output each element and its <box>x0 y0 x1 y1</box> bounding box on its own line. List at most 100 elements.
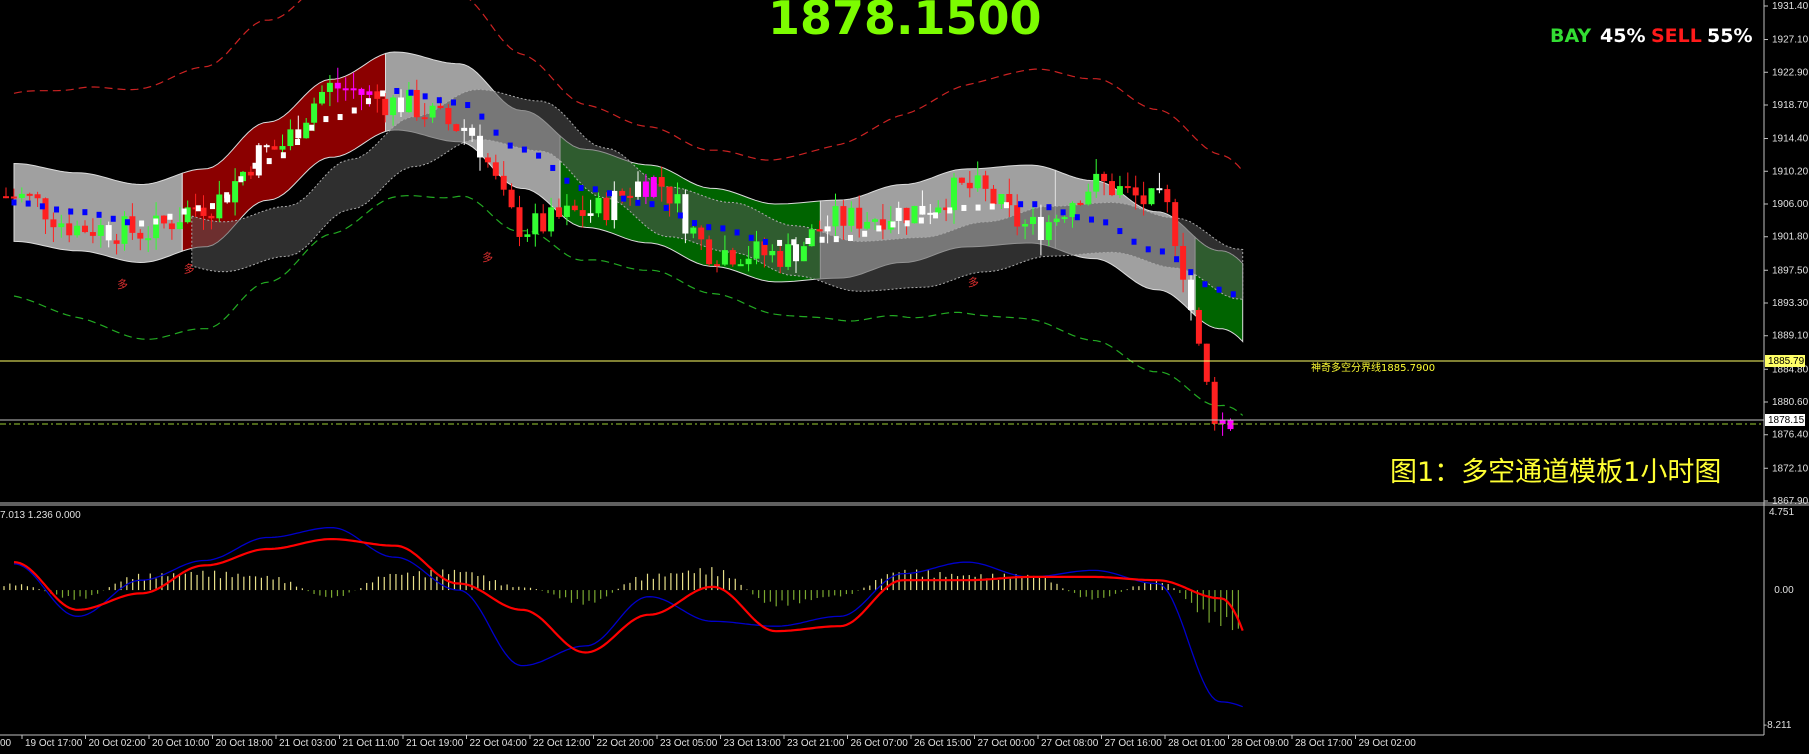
candle-body <box>627 195 634 198</box>
trend-dot <box>110 215 116 222</box>
candle-body <box>548 207 555 232</box>
trend-dot <box>507 142 513 149</box>
candle-body <box>82 225 88 233</box>
trend-dot <box>1188 269 1194 276</box>
trend-dot <box>961 204 967 211</box>
macd-label: 7.013 1.236 0.000 <box>0 510 81 521</box>
time-tick-label: 27 Oct 08:00 <box>1041 738 1099 749</box>
trend-dot <box>536 152 542 159</box>
candle-body <box>706 239 713 265</box>
buy-marker: 多 <box>968 275 979 289</box>
candle-body <box>1093 173 1100 192</box>
trend-dot <box>876 225 882 232</box>
candle-body <box>3 196 9 199</box>
trend-dot <box>451 99 457 106</box>
trend-dot <box>1117 228 1123 235</box>
price-tick-label: 1906.00 <box>1772 199 1809 210</box>
trend-dot <box>1060 209 1066 216</box>
trend-dot <box>692 220 698 227</box>
candle-body <box>319 91 325 104</box>
trend-dot <box>1174 256 1180 263</box>
price-tick-label: 1889.10 <box>1772 331 1809 342</box>
price-tick-label: 1931.40 <box>1772 1 1809 12</box>
candle-body <box>864 221 871 229</box>
trend-dot <box>365 98 371 105</box>
divider-price-tag-text: 1885.79 <box>1768 356 1805 367</box>
trend-dot <box>649 201 655 208</box>
candle-body <box>1116 186 1123 196</box>
candle-body <box>200 207 207 216</box>
candle-body <box>1132 187 1139 196</box>
trend-dot <box>82 209 88 216</box>
candle-body <box>247 171 254 176</box>
candle-body <box>532 213 539 235</box>
price-tick-label: 1872.10 <box>1772 463 1809 474</box>
candle-body <box>500 175 507 190</box>
time-tick-label: 22 Oct 20:00 <box>597 738 655 749</box>
candle-body <box>1188 279 1194 310</box>
trend-dot <box>465 102 471 109</box>
candle-body <box>611 190 618 221</box>
trend-dot <box>139 220 145 227</box>
time-tick-label: 29 Oct 02:00 <box>1359 738 1417 749</box>
chart-canvas[interactable]: 多多多多 神奇多空分界线1885.7900 1878.1500 BAY 45% … <box>0 0 1809 754</box>
trend-dot <box>1230 291 1236 298</box>
trend-dot <box>635 199 641 206</box>
price-tick-label: 1914.40 <box>1772 134 1809 145</box>
candle-body <box>635 181 641 197</box>
candle-body <box>34 194 41 199</box>
time-tick-label: 27 Oct 00:00 <box>978 738 1036 749</box>
time-tick-label: 21 Oct 11:00 <box>343 738 400 749</box>
candle-body <box>334 82 341 89</box>
candle-body <box>366 91 373 95</box>
trend-dot <box>677 212 683 219</box>
trend-dot <box>862 230 868 237</box>
candle-body <box>382 98 389 116</box>
divider-label: 神奇多空分界线1885.7900 <box>1311 361 1435 374</box>
trend-dot <box>933 212 939 219</box>
time-tick-label: 23 Oct 05:00 <box>660 738 718 749</box>
time-tick-label: 19 Oct 17:00 <box>25 738 83 749</box>
candle-body <box>271 146 278 150</box>
candle-body <box>287 129 294 147</box>
trend-dot <box>847 234 853 241</box>
candle-body <box>674 194 681 204</box>
trend-dot <box>706 224 712 231</box>
trend-dot <box>1074 214 1080 221</box>
trend-dot <box>564 177 570 184</box>
time-tick-edge: 00 <box>0 738 12 749</box>
trend-dot <box>578 184 584 191</box>
macd-tick-label: -8.211 <box>1764 720 1792 731</box>
candle-body <box>951 177 957 211</box>
candle-body <box>595 197 602 214</box>
trend-dot <box>224 192 230 199</box>
candle-body <box>303 122 310 139</box>
time-tick-label: 27 Oct 16:00 <box>1105 738 1163 749</box>
trend-dot <box>493 129 499 136</box>
candle-body <box>785 244 792 267</box>
time-tick-label: 22 Oct 04:00 <box>470 738 528 749</box>
price-tick-label: 1897.50 <box>1772 265 1809 276</box>
trend-dot <box>394 87 400 94</box>
trend-dot <box>124 219 130 226</box>
candle-body <box>208 215 215 219</box>
trend-dot <box>791 239 797 246</box>
trend-dot <box>592 186 598 193</box>
time-tick-label: 20 Oct 10:00 <box>152 738 210 749</box>
candle-body <box>556 207 562 217</box>
candle-body <box>682 194 689 234</box>
candle-body <box>66 223 73 236</box>
buy-marker: 多 <box>117 277 128 291</box>
trend-dot <box>167 213 173 220</box>
candle-body <box>74 225 81 236</box>
candle-body <box>1148 188 1155 205</box>
candle-body <box>1053 218 1060 223</box>
candle-body <box>848 207 855 226</box>
candle-body <box>800 246 807 262</box>
trend-dot <box>947 207 953 214</box>
time-tick-label: 21 Oct 19:00 <box>406 738 464 749</box>
candle-body <box>516 207 523 237</box>
macd-tick-label: 0.00 <box>1774 585 1794 596</box>
trend-dot <box>181 208 187 215</box>
time-tick-label: 28 Oct 17:00 <box>1295 738 1353 749</box>
